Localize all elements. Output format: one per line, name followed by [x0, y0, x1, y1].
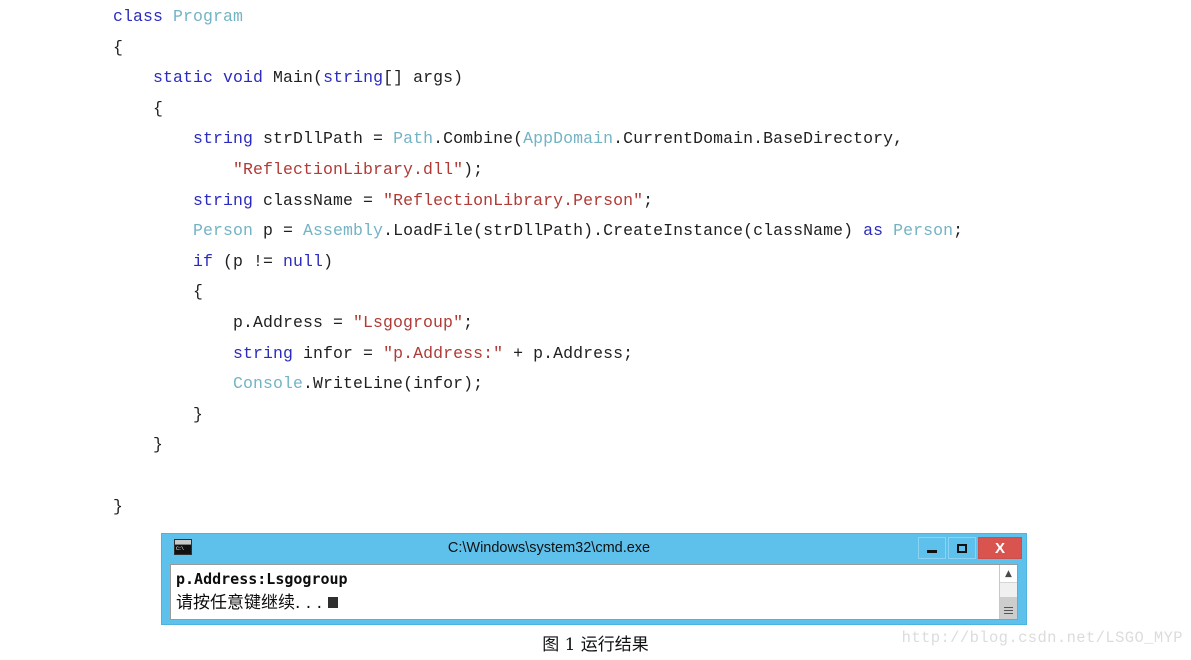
code-token: .LoadFile(strDllPath).CreateInstance(cla…: [383, 221, 864, 241]
code-token: string: [233, 343, 294, 363]
code-token: Program: [173, 7, 244, 26]
window-titlebar[interactable]: C:\ C:\Windows\system32\cmd.exe X: [162, 534, 1026, 562]
code-token: "ReflectionLibrary.Person": [383, 190, 644, 210]
command-prompt-window[interactable]: C:\ C:\Windows\system32\cmd.exe X p.Addr…: [161, 533, 1027, 625]
minimize-button[interactable]: [918, 537, 946, 559]
code-token: Assembly: [303, 221, 384, 241]
code-line: {: [113, 33, 963, 64]
code-token: .WriteLine(infor);: [303, 374, 484, 394]
console-output-area[interactable]: p.Address:Lsgogroup 请按任意键继续. . . ▲: [170, 564, 1018, 620]
code-token: Person: [193, 221, 254, 241]
code-line: if (p != null): [113, 247, 963, 278]
scroll-up-arrow-icon[interactable]: ▲: [1000, 565, 1017, 583]
scrollbar-thumb[interactable]: [1000, 597, 1017, 619]
console-output-line-1: p.Address:Lsgogroup: [176, 570, 348, 588]
code-token: AppDomain: [523, 129, 614, 149]
code-token: string: [193, 129, 254, 149]
code-line: p.Address = "Lsgogroup";: [113, 308, 963, 339]
console-cursor: [328, 597, 339, 608]
code-token: "ReflectionLibrary.dll": [233, 159, 464, 179]
code-line: }: [113, 400, 963, 431]
code-line: Console.WriteLine(infor);: [113, 369, 963, 400]
code-line: "ReflectionLibrary.dll");: [113, 155, 963, 186]
code-token: ;: [643, 190, 654, 210]
code-token: p.Address =: [113, 312, 354, 332]
code-line: }: [113, 430, 963, 461]
code-token: Path: [393, 129, 434, 149]
code-line: class Program: [113, 2, 963, 33]
code-token: p =: [253, 221, 304, 241]
code-token: {: [113, 282, 204, 302]
code-token: string: [193, 190, 254, 210]
code-token: strDllPath =: [253, 129, 394, 149]
code-token: ): [323, 251, 334, 271]
code-line: {: [113, 94, 963, 125]
code-line: string strDllPath = Path.Combine(AppDoma…: [113, 124, 963, 155]
watermark-url: http://blog.csdn.net/LSGO_MYP: [901, 629, 1183, 647]
console-scrollbar[interactable]: ▲: [999, 565, 1017, 619]
code-line: }: [113, 492, 963, 523]
window-controls[interactable]: X: [918, 537, 1022, 559]
code-token: + p.Address;: [503, 343, 634, 363]
code-token: Person: [893, 221, 954, 241]
code-token: string: [323, 68, 384, 88]
cmd-icon-screen: C:\: [175, 545, 191, 554]
code-token: Main(: [273, 68, 324, 88]
close-button[interactable]: X: [978, 537, 1022, 559]
code-token: }: [113, 435, 164, 455]
code-token: infor =: [293, 343, 384, 363]
code-token: );: [463, 159, 484, 179]
code-token: .Combine(: [433, 129, 524, 149]
code-token: .CurrentDomain.BaseDirectory,: [613, 129, 904, 149]
code-token: if: [193, 251, 214, 271]
code-token: null: [283, 251, 324, 271]
code-token: "Lsgogroup": [353, 312, 464, 332]
code-token: ;: [463, 312, 474, 332]
code-token: }: [113, 404, 204, 424]
maximize-button[interactable]: [948, 537, 976, 559]
code-token: {: [113, 98, 164, 118]
code-line: {: [113, 277, 963, 308]
cmd-app-icon: C:\: [174, 539, 192, 555]
code-token: [] args): [383, 68, 464, 88]
code-token: Console: [233, 374, 304, 394]
code-token: className =: [253, 190, 384, 210]
code-token: (p !=: [213, 251, 284, 271]
console-output-line-2: 请按任意键继续. . .: [176, 593, 323, 613]
code-line: Person p = Assembly.LoadFile(strDllPath)…: [113, 216, 963, 247]
code-token: {: [113, 37, 124, 57]
code-token: class: [113, 7, 174, 26]
code-line: string infor = "p.Address:" + p.Address;: [113, 339, 963, 370]
code-token: }: [113, 496, 124, 516]
code-listing: class Program{ static void Main(string[]…: [113, 2, 963, 522]
code-token: ;: [953, 221, 964, 241]
window-title: C:\Windows\system32\cmd.exe: [447, 540, 651, 556]
code-token: "p.Address:": [383, 343, 504, 363]
console-text: p.Address:Lsgogroup 请按任意键继续. . .: [176, 567, 348, 615]
code-line: string className = "ReflectionLibrary.Pe…: [113, 186, 963, 217]
code-token: as: [863, 221, 894, 241]
code-token: static void: [153, 68, 274, 88]
code-line: static void Main(string[] args): [113, 63, 963, 94]
